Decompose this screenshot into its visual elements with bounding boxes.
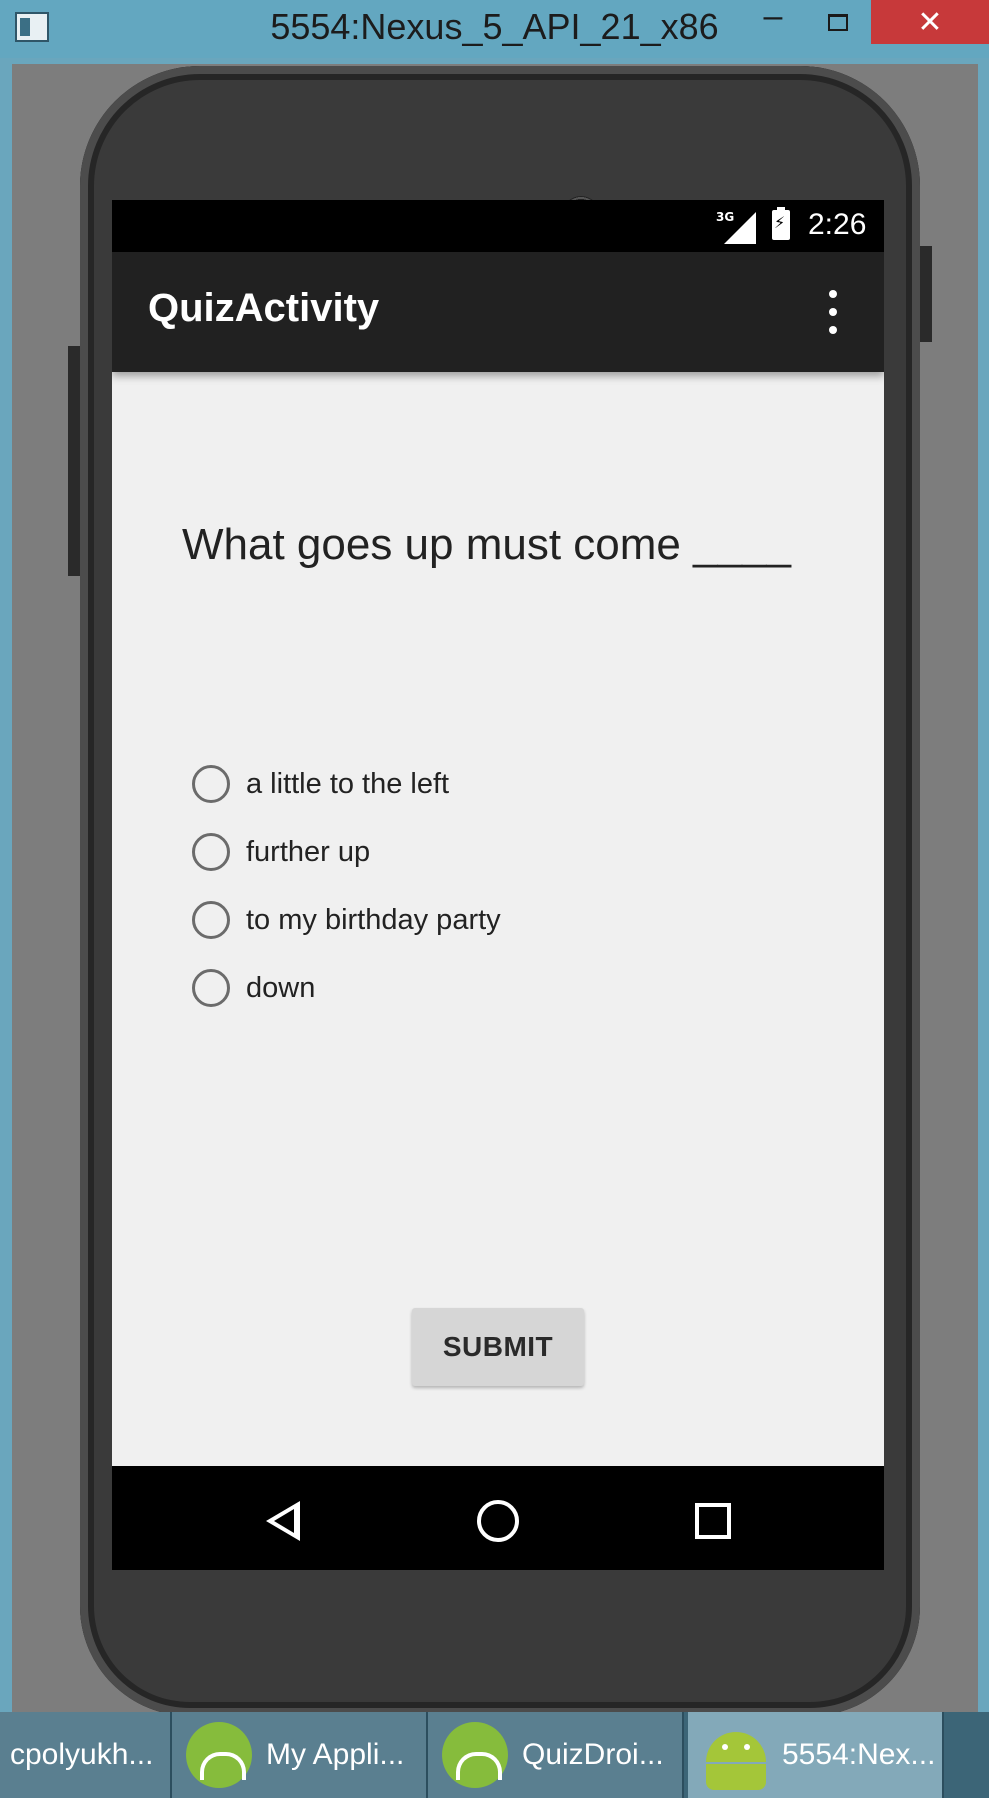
taskbar-item-label: QuizDroi... — [522, 1738, 664, 1771]
android-robot-icon — [700, 1720, 772, 1790]
option-label[interactable]: further up — [246, 836, 370, 869]
back-button[interactable] — [258, 1496, 308, 1546]
back-icon — [266, 1501, 300, 1541]
radio-button-icon[interactable] — [192, 901, 230, 939]
option-label[interactable]: to my birthday party — [246, 904, 501, 937]
power-key[interactable] — [920, 246, 932, 342]
action-bar: QuizActivity — [112, 252, 884, 372]
window-title-bar: 5554:Nexus_5_API_21_x86 – ✕ — [0, 0, 989, 58]
option-2[interactable]: further up — [192, 818, 501, 886]
recents-button[interactable] — [688, 1496, 738, 1546]
taskbar-item-my-application[interactable]: My Appli... — [172, 1712, 428, 1798]
device-screen: 3G 2:26 QuizActivity What goes up must c… — [112, 200, 884, 1570]
taskbar-item-label: cpolyukh... — [10, 1738, 154, 1771]
recents-icon — [695, 1503, 731, 1539]
question-text: What goes up must come ____ — [182, 520, 791, 569]
option-4[interactable]: down — [192, 954, 501, 1022]
option-label[interactable]: a little to the left — [246, 768, 449, 801]
radio-button-icon[interactable] — [192, 833, 230, 871]
radio-button-icon[interactable] — [192, 969, 230, 1007]
taskbar-item-label: My Appli... — [266, 1738, 405, 1771]
app-title: QuizActivity — [148, 286, 380, 330]
maximize-button[interactable] — [805, 0, 871, 44]
home-icon — [477, 1500, 519, 1542]
answer-options: a little to the left further up to my bi… — [192, 750, 501, 1022]
status-clock: 2:26 — [808, 208, 867, 241]
taskbar-item-cpolyukh[interactable]: cpolyukh... — [0, 1712, 172, 1798]
option-label[interactable]: down — [246, 972, 315, 1005]
minimize-button[interactable]: – — [745, 0, 801, 38]
submit-button[interactable]: SUBMIT — [412, 1308, 584, 1386]
taskbar-item-quizdroid[interactable]: QuizDroi... — [428, 1712, 684, 1798]
home-button[interactable] — [473, 1496, 523, 1546]
close-button[interactable]: ✕ — [871, 0, 989, 44]
signal-icon — [724, 212, 756, 244]
navigation-bar — [112, 1466, 884, 1570]
maximize-icon — [828, 13, 848, 31]
taskbar-item-label: 5554:Nex... — [782, 1738, 936, 1771]
radio-button-icon[interactable] — [192, 765, 230, 803]
taskbar: cpolyukh... My Appli... QuizDroi... 5554… — [0, 1712, 989, 1798]
option-3[interactable]: to my birthday party — [192, 886, 501, 954]
volume-key[interactable] — [68, 346, 80, 576]
status-bar: 3G 2:26 — [112, 200, 884, 252]
android-studio-icon — [442, 1722, 508, 1788]
overflow-menu-icon[interactable] — [828, 290, 838, 334]
android-studio-icon — [186, 1722, 252, 1788]
option-1[interactable]: a little to the left — [192, 750, 501, 818]
taskbar-item-emulator[interactable]: 5554:Nex... — [688, 1712, 944, 1798]
battery-charging-icon — [772, 207, 790, 240]
